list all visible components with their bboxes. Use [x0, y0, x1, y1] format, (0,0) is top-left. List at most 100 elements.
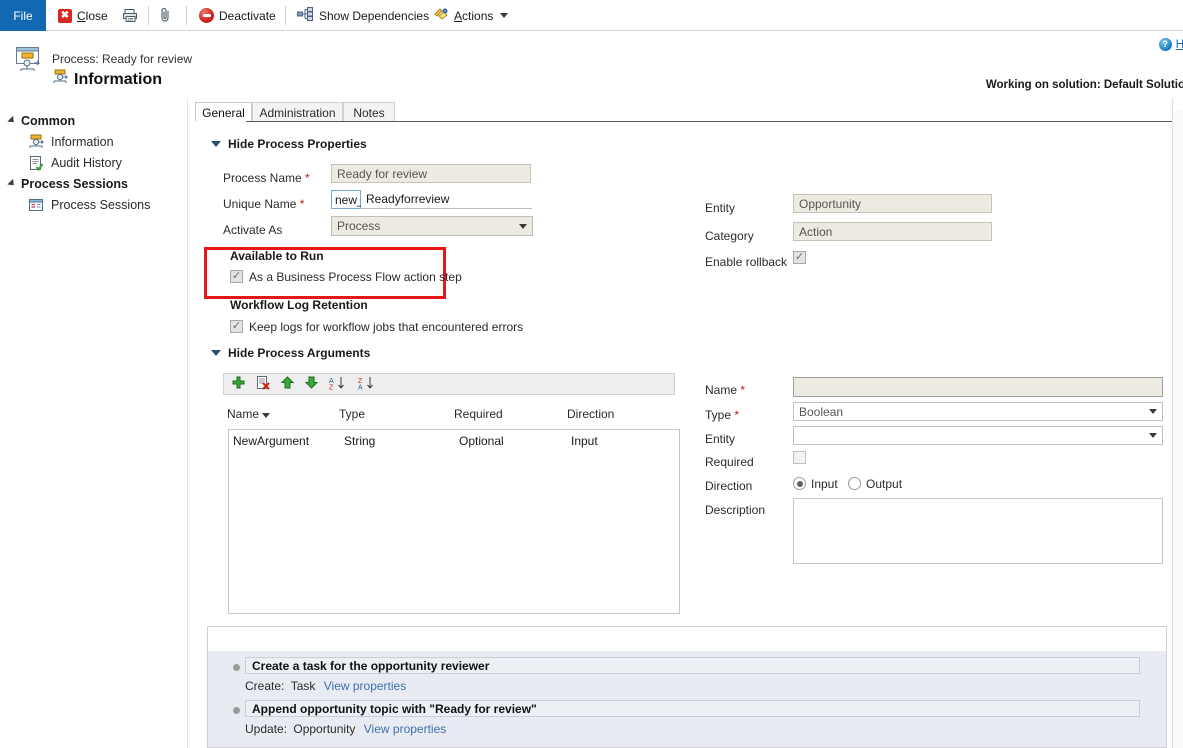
hide-process-properties-label: Hide Process Properties [228, 137, 367, 151]
required-asterisk: * [296, 197, 304, 211]
step-verb-2: Update: [245, 722, 287, 736]
view-properties-link-1[interactable]: View properties [324, 679, 407, 693]
sidebar-item-information-label: Information [51, 135, 114, 149]
print-button[interactable] [120, 0, 141, 31]
step-handle-icon[interactable] [233, 664, 240, 671]
file-tab[interactable]: File [0, 0, 46, 31]
step-title-2[interactable]: Append opportunity topic with "Ready for… [245, 700, 1140, 717]
dependencies-icon [297, 7, 314, 24]
close-button-rest: lose [86, 9, 108, 23]
close-x-icon: ✖ [58, 9, 72, 23]
close-button[interactable]: ✖ Close [55, 0, 111, 31]
column-header-direction[interactable]: Direction [567, 407, 614, 421]
hide-process-arguments-toggle[interactable]: Hide Process Arguments [211, 346, 370, 360]
chevron-down-icon [1149, 409, 1157, 414]
page-title: Information [52, 69, 162, 90]
activate-as-value: Process [337, 219, 380, 233]
sidebar-item-audit-history-label: Audit History [51, 156, 122, 170]
delete-icon[interactable] [256, 376, 270, 393]
step-target-2: Opportunity [293, 722, 355, 736]
column-header-name[interactable]: Name [227, 407, 270, 421]
entity-label: Entity [705, 201, 735, 215]
chevron-down-icon [211, 141, 221, 147]
show-dependencies-button[interactable]: Show Dependencies [294, 0, 432, 31]
arrow-up-icon[interactable] [281, 376, 294, 392]
argument-name-input[interactable] [793, 377, 1163, 397]
workflow-log-retention-label: Workflow Log Retention [230, 298, 368, 312]
step-meta-2: Update: Opportunity View properties [245, 722, 446, 736]
help-icon: ? [1159, 38, 1172, 51]
page-title-text: Information [74, 71, 162, 89]
process-name-input[interactable]: Ready for review [331, 164, 531, 183]
content-scroll-gutter[interactable] [1173, 110, 1183, 748]
keep-logs-label: Keep logs for workflow jobs that encount… [249, 320, 523, 334]
sort-az-icon[interactable]: A Z [329, 376, 347, 393]
sidebar-item-process-sessions[interactable]: Process Sessions [28, 197, 150, 213]
argument-type-select[interactable]: Boolean [793, 402, 1163, 421]
table-row-cell-name[interactable]: NewArgument [233, 434, 309, 448]
step-handle-icon[interactable] [233, 707, 240, 714]
column-header-required[interactable]: Required [454, 407, 503, 421]
working-on-solution: Working on solution: Default Solutio [986, 79, 1183, 91]
tab-general[interactable]: General [195, 102, 252, 122]
required-asterisk: * [302, 171, 310, 185]
argument-direction-label: Direction [705, 479, 752, 493]
entity-input[interactable]: Opportunity [793, 194, 992, 213]
unique-name-prefix: new_ [331, 190, 361, 209]
sort-caret-icon [262, 413, 270, 418]
table-row-cell-direction[interactable]: Input [571, 434, 598, 448]
actions-button[interactable]: Actions [430, 0, 511, 31]
sort-za-icon[interactable]: Z A [358, 376, 376, 393]
deactivate-button-label: Deactivate [219, 10, 276, 22]
expand-triangle-icon [7, 179, 16, 188]
activate-as-select[interactable]: Process [331, 216, 533, 236]
available-to-run-label: Available to Run [230, 249, 324, 263]
nav-group-common-label: Common [21, 114, 75, 128]
attach-button[interactable] [158, 0, 173, 31]
form-tabs: General Administration Notes [195, 102, 1172, 122]
table-row-cell-type[interactable]: String [344, 434, 375, 448]
tab-administration[interactable]: Administration [252, 102, 343, 122]
arguments-grid [228, 429, 680, 614]
argument-required-checkbox[interactable] [793, 451, 806, 464]
view-properties-link-2[interactable]: View properties [364, 722, 447, 736]
tab-active-notch [189, 121, 246, 122]
step-meta-1: Create: Task View properties [245, 679, 406, 693]
nav-group-process-sessions-label: Process Sessions [21, 177, 128, 191]
bpf-action-step-label: As a Business Process Flow action step [249, 270, 462, 284]
bpf-action-step-checkbox[interactable]: ✓ [230, 270, 243, 283]
nav-group-common[interactable]: Common [8, 114, 75, 128]
step-verb-1: Create: [245, 679, 284, 693]
help-link-label: Hel [1176, 39, 1183, 51]
enable-rollback-checkbox[interactable]: ✓ [793, 251, 806, 264]
plus-icon[interactable] [232, 376, 245, 392]
svg-text:A: A [358, 384, 363, 390]
argument-type-label: Type * [705, 408, 739, 422]
unique-name-input[interactable]: Readyforreview [361, 190, 532, 209]
category-input[interactable]: Action [793, 222, 992, 241]
deactivate-button[interactable]: Deactivate [196, 0, 279, 31]
chevron-down-icon [211, 350, 221, 356]
argument-entity-select[interactable] [793, 426, 1163, 445]
unique-name-label: Unique Name * [223, 197, 304, 211]
direction-output-radio[interactable] [848, 477, 861, 490]
tab-general-label: General [202, 106, 245, 120]
hide-process-arguments-label: Hide Process Arguments [228, 346, 370, 360]
argument-description-textarea[interactable] [793, 498, 1163, 564]
nav-group-process-sessions[interactable]: Process Sessions [8, 177, 128, 191]
column-header-type[interactable]: Type [339, 407, 365, 421]
argument-description-label: Description [705, 503, 765, 517]
arrow-down-icon[interactable] [305, 376, 318, 392]
tab-notes-label: Notes [353, 106, 384, 120]
tab-notes[interactable]: Notes [343, 102, 395, 122]
step-title-1[interactable]: Create a task for the opportunity review… [245, 657, 1140, 674]
sidebar-item-information[interactable]: Information [28, 134, 114, 150]
table-row-cell-required[interactable]: Optional [459, 434, 504, 448]
hide-process-properties-toggle[interactable]: Hide Process Properties [211, 137, 367, 151]
sidebar-item-audit-history[interactable]: Audit History [28, 155, 122, 171]
help-link[interactable]: ? Hel [1159, 38, 1183, 51]
process-icon [28, 134, 44, 150]
direction-input-radio[interactable] [793, 477, 806, 490]
tab-underline [189, 121, 1172, 122]
keep-logs-checkbox[interactable]: ✓ [230, 320, 243, 333]
